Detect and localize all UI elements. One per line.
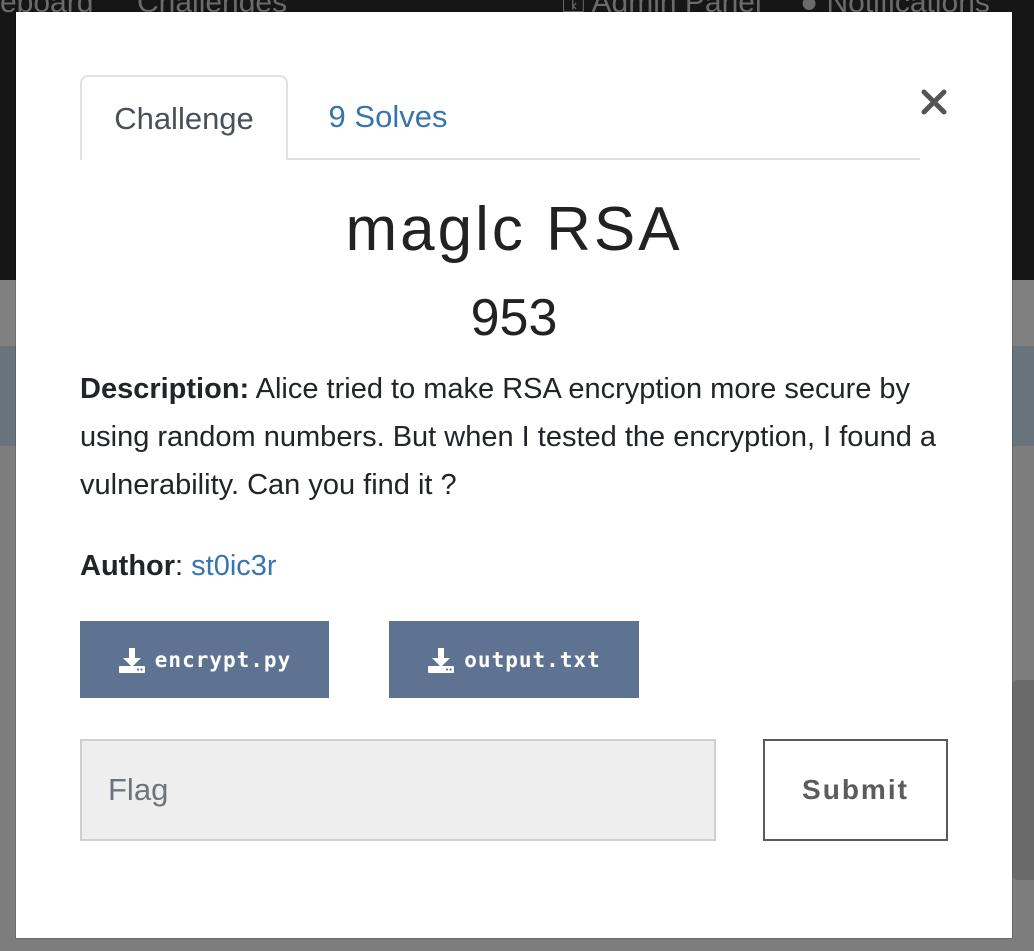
challenge-modal: Challenge 9 Solves maglc RSA 953 Descrip…	[16, 12, 1012, 938]
challenge-author: Author: st0ic3r	[80, 542, 680, 590]
close-button[interactable]	[914, 82, 954, 122]
author-link[interactable]: st0ic3r	[191, 550, 276, 582]
author-separator: :	[175, 550, 192, 582]
challenge-title: maglc RSA	[345, 195, 683, 264]
submit-button[interactable]: Submit	[763, 739, 948, 841]
file-label: encrypt.py	[154, 647, 292, 672]
modal-tabs: Challenge 9 Solves	[80, 75, 920, 160]
download-icon	[428, 647, 455, 673]
download-icon	[118, 647, 145, 673]
close-icon	[921, 89, 947, 115]
download-encrypt-py-button[interactable]: encrypt.py	[80, 621, 329, 698]
file-label: output.txt	[464, 647, 601, 672]
author-label: Author	[80, 550, 176, 582]
challenge-description: Description: Alice tried to make RSA enc…	[80, 365, 950, 509]
download-output-txt-button[interactable]: output.txt	[389, 621, 639, 698]
background-challenge-card	[1012, 680, 1034, 880]
tab-challenge[interactable]: Challenge	[80, 75, 288, 160]
tab-solves[interactable]: 9 Solves	[288, 75, 488, 158]
challenge-points: 953	[470, 289, 558, 347]
flag-input[interactable]	[80, 739, 716, 841]
description-label: Description:	[80, 373, 250, 405]
